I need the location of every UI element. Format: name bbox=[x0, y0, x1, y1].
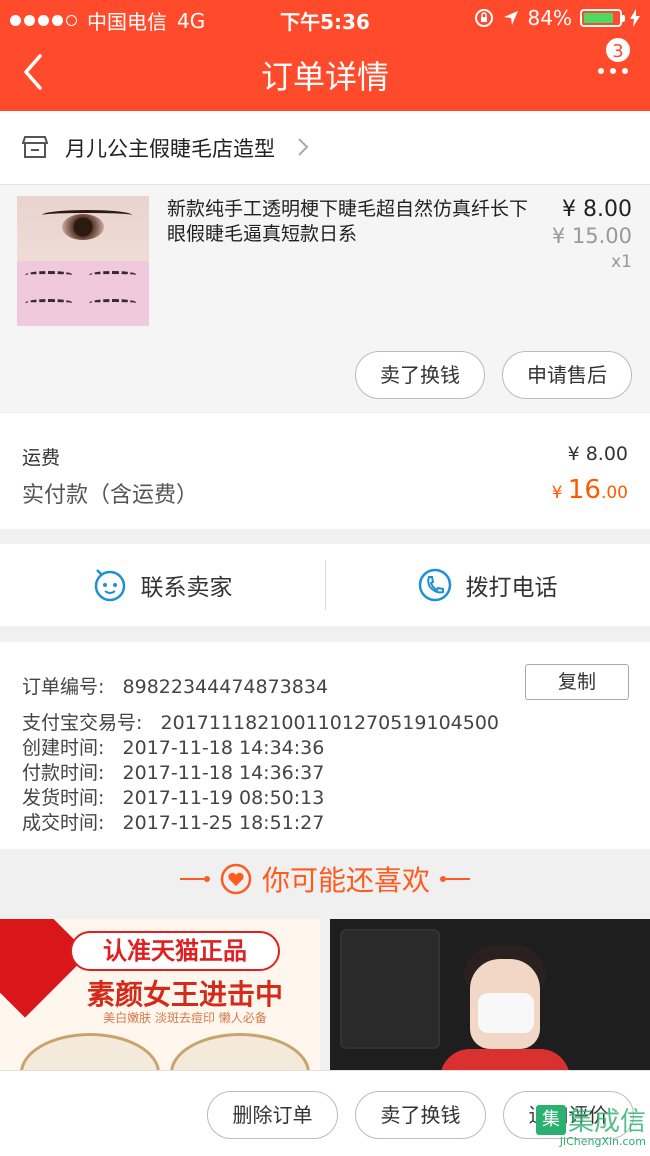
alipay-label: 支付宝交易号: bbox=[22, 712, 143, 734]
shop-name: 月儿公主假睫毛店造型 bbox=[65, 137, 275, 161]
aftersale-button[interactable]: 申请售后 bbox=[502, 351, 632, 399]
face-mask-image bbox=[478, 993, 534, 1033]
shipping-label: 运费 bbox=[22, 447, 61, 469]
sell-again-button[interactable]: 卖了换钱 bbox=[355, 1091, 486, 1139]
product-jar-image bbox=[170, 1033, 310, 1070]
product-price: ¥ 8.00 bbox=[562, 197, 632, 222]
completed-label: 成交时间: bbox=[22, 812, 105, 834]
shirt-image bbox=[440, 1049, 570, 1070]
chat-face-icon bbox=[94, 569, 125, 602]
product-title[interactable]: 新款纯手工透明梗下睫毛超自然仿真纤长下眼假睫毛逼真短款日系 bbox=[167, 197, 535, 247]
charging-icon bbox=[630, 9, 640, 27]
car-window-image bbox=[340, 929, 440, 1049]
notification-badge: 3 bbox=[604, 36, 632, 64]
copy-button[interactable]: 复制 bbox=[525, 664, 629, 700]
shop-row[interactable]: 月儿公主假睫毛店造型 bbox=[0, 111, 650, 185]
watermark-url: JiChengXin.com bbox=[559, 1135, 646, 1148]
product-quantity: x1 bbox=[611, 252, 632, 272]
contact-seller-button[interactable]: 联系卖家 bbox=[0, 544, 325, 626]
completed-time: 2017-11-25 18:51:27 bbox=[122, 812, 325, 834]
store-icon bbox=[22, 136, 48, 158]
watermark-text: 集成信 bbox=[567, 1107, 646, 1137]
fee-summary: 运费 ¥ 8.00 实付款（含运费） ¥ 16.00 bbox=[0, 413, 650, 529]
watermark: 集 集成信 JiChengXin.com bbox=[535, 1101, 646, 1148]
alipay-row: 支付宝交易号: 2017111821001101270519104500 bbox=[22, 708, 499, 735]
shipping-value: ¥ 8.00 bbox=[567, 443, 628, 465]
contact-bar: 联系卖家 拨打电话 bbox=[0, 544, 650, 626]
completed-row: 成交时间: 2017-11-25 18:51:27 bbox=[22, 808, 324, 835]
created-label: 创建时间: bbox=[22, 737, 105, 759]
rotation-lock-icon bbox=[474, 9, 493, 27]
more-icon[interactable] bbox=[598, 68, 628, 74]
order-number-row: 订单编号: 89822344474873834 bbox=[22, 672, 328, 699]
paid-time: 2017-11-18 14:36:37 bbox=[122, 762, 325, 784]
paid-label: 实付款（含运费） bbox=[22, 483, 199, 508]
paid-row: 付款时间: 2017-11-18 14:36:37 bbox=[22, 758, 324, 785]
product-original-price: ¥ 15.00 bbox=[551, 224, 632, 248]
recommend-card[interactable]: 认准天猫正品 素颜女王进击中 美白嫩肤 淡斑去痘印 懒人必备 bbox=[0, 919, 320, 1070]
location-icon bbox=[503, 11, 518, 25]
recommend-card[interactable] bbox=[330, 919, 650, 1070]
decor-line-right bbox=[440, 876, 470, 882]
alipay-number: 2017111821001101270519104500 bbox=[160, 712, 500, 734]
created-row: 创建时间: 2017-11-18 14:34:36 bbox=[22, 733, 324, 760]
created-time: 2017-11-18 14:34:36 bbox=[122, 737, 325, 759]
call-button[interactable]: 拨打电话 bbox=[325, 544, 650, 626]
product-image[interactable] bbox=[17, 196, 149, 326]
chevron-right-icon bbox=[298, 138, 309, 156]
watermark-logo-icon: 集 bbox=[535, 1104, 566, 1135]
bottom-action-bar: 删除订单 卖了换钱 追加评价 集 集成信 JiChengXin.com bbox=[0, 1070, 650, 1156]
heart-icon bbox=[220, 863, 252, 895]
shipped-row: 发货时间: 2017-11-19 08:50:13 bbox=[22, 783, 324, 810]
paid-time-label: 付款时间: bbox=[22, 762, 105, 784]
card-subtitle: 美白嫩肤 淡斑去痘印 懒人必备 bbox=[103, 1011, 267, 1025]
battery-icon bbox=[580, 9, 625, 27]
phone-icon bbox=[418, 568, 451, 602]
status-bar: 中国电信 4G 下午5:36 84% bbox=[0, 0, 650, 36]
order-number: 89822344474873834 bbox=[122, 676, 329, 698]
shipped-time: 2017-11-19 08:50:13 bbox=[122, 787, 325, 809]
product-item[interactable]: 新款纯手工透明梗下睫毛超自然仿真纤长下眼假睫毛逼真短款日系 ¥ 8.00 ¥ 1… bbox=[0, 185, 650, 412]
card-headline: 认准天猫正品 bbox=[70, 931, 280, 971]
battery-percent: 84% bbox=[527, 6, 572, 30]
header: 中国电信 4G 下午5:36 84% 订单详情 3 bbox=[0, 0, 650, 111]
call-label: 拨打电话 bbox=[465, 575, 558, 601]
order-info: 订单编号: 89822344474873834 复制 支付宝交易号: 20171… bbox=[0, 642, 650, 849]
nav-bar: 订单详情 3 bbox=[0, 36, 650, 111]
decor-line-left bbox=[179, 876, 210, 882]
card-slogan: 素颜女王进击中 bbox=[86, 978, 283, 1011]
recommend-header: 你可能还喜欢 bbox=[0, 849, 650, 919]
sell-button[interactable]: 卖了换钱 bbox=[355, 351, 485, 399]
recommend-title: 你可能还喜欢 bbox=[261, 864, 430, 897]
delete-order-button[interactable]: 删除订单 bbox=[207, 1091, 338, 1139]
order-number-label: 订单编号: bbox=[22, 676, 105, 698]
page-title: 订单详情 bbox=[260, 58, 389, 96]
paid-total: ¥ 16.00 bbox=[551, 475, 628, 505]
recommend-list: 认准天猫正品 素颜女王进击中 美白嫩肤 淡斑去痘印 懒人必备 bbox=[0, 919, 650, 1070]
contact-seller-label: 联系卖家 bbox=[140, 575, 233, 601]
product-jar-image bbox=[20, 1033, 160, 1070]
shipped-label: 发货时间: bbox=[22, 787, 105, 809]
